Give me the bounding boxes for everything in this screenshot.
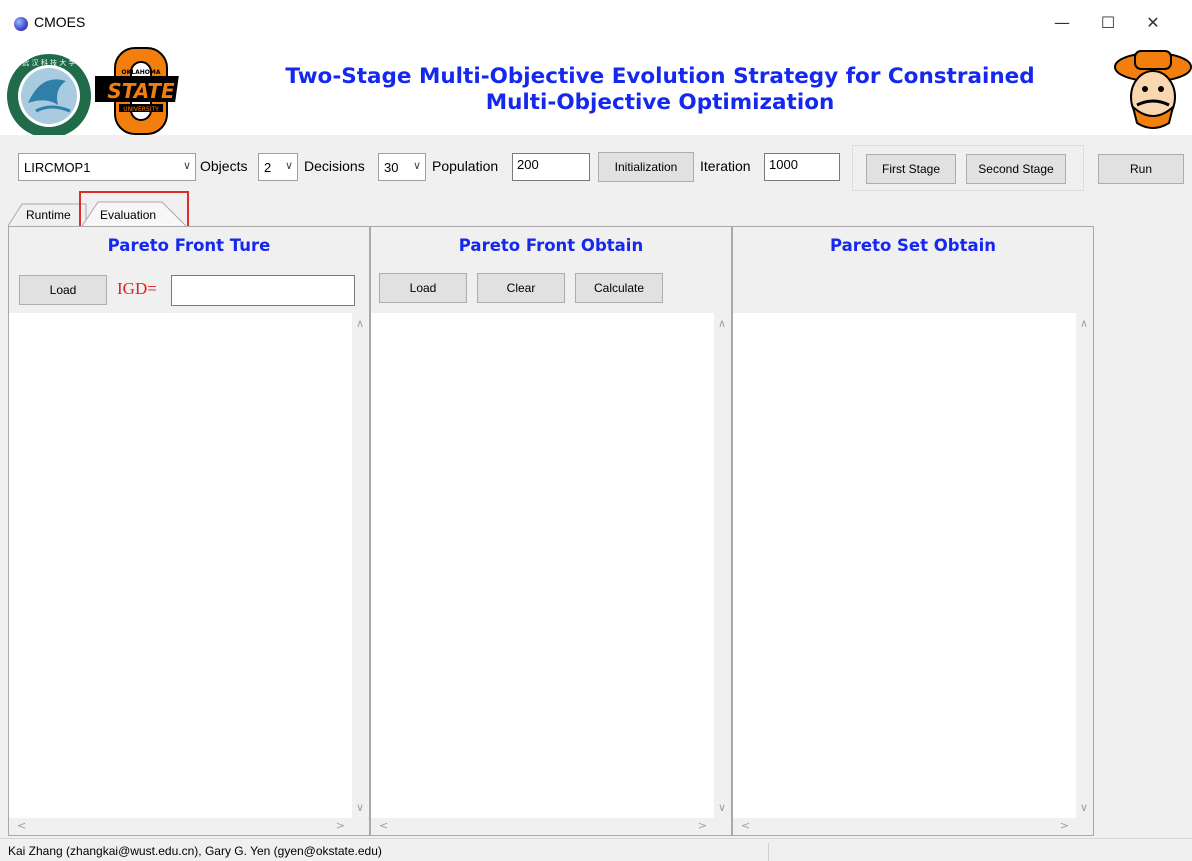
maximize-button[interactable]: ☐ <box>1088 10 1128 36</box>
igd-value-field[interactable] <box>171 275 355 306</box>
pareto-set-obtain-title: Pareto Set Obtain <box>829 236 997 255</box>
horizontal-scrollbar[interactable]: < > <box>9 818 369 835</box>
pareto-front-obtain-title: Pareto Front Obtain <box>458 236 644 255</box>
decisions-label: Decisions <box>304 158 365 174</box>
scroll-up-icon[interactable]: ∧ <box>718 317 726 330</box>
problem-select-value: LIRCMOP1 <box>24 160 91 175</box>
oklahoma-state-logo: STATE UNIVERSITY OKLAHOMA <box>95 47 179 135</box>
pareto-front-true-list[interactable]: ∧ ∨ < > <box>9 313 369 835</box>
igd-label: IGD= <box>117 279 157 298</box>
app-icon <box>14 17 28 31</box>
status-bar: Kai Zhang (zhangkai@wust.edu.cn), Gary G… <box>0 838 1192 861</box>
scroll-up-icon[interactable]: ∧ <box>356 317 364 330</box>
tab-runtime[interactable]: Runtime <box>8 202 88 226</box>
chevron-down-icon: ∨ <box>284 160 293 172</box>
app-title-line2: Multi-Objective Optimization <box>485 90 835 115</box>
app-title: Two-Stage Multi-Objective Evolution Stra… <box>220 64 1100 116</box>
close-button[interactable]: ✕ <box>1133 10 1173 36</box>
scroll-down-icon[interactable]: ∨ <box>718 801 726 814</box>
pareto-front-true-panel: Pareto Front Ture Load IGD= ∧ ∨ < > <box>8 226 370 836</box>
objects-select[interactable]: 2 ∨ <box>258 153 298 181</box>
second-stage-button[interactable]: Second Stage <box>966 154 1066 184</box>
scroll-up-icon[interactable]: ∧ <box>1080 317 1088 330</box>
pareto-front-true-title: Pareto Front Ture <box>107 236 271 255</box>
minimize-button[interactable]: — <box>1042 10 1082 36</box>
scroll-right-icon[interactable]: > <box>1060 819 1069 832</box>
pareto-front-obtain-panel: Pareto Front Obtain Load Clear Calculate… <box>370 226 732 836</box>
vertical-scrollbar[interactable]: ∧ ∨ <box>1076 313 1093 818</box>
population-label: Population <box>432 158 499 174</box>
status-divider <box>768 843 769 861</box>
scroll-left-icon[interactable]: < <box>17 819 26 832</box>
clear-button[interactable]: Clear <box>477 273 565 303</box>
first-stage-button[interactable]: First Stage <box>866 154 956 184</box>
window-title: CMOES <box>34 14 86 30</box>
scroll-right-icon[interactable]: > <box>698 819 707 832</box>
load-true-front-button[interactable]: Load <box>19 275 107 305</box>
pareto-front-true-toolbar: Load IGD= <box>9 263 369 313</box>
pistol-pete-mascot-logo <box>1114 50 1192 129</box>
horizontal-scrollbar[interactable]: < > <box>733 818 1093 835</box>
wust-logo: 武 汉 科 技 大 学 <box>7 54 91 138</box>
vertical-scrollbar[interactable]: ∧ ∨ <box>352 313 369 818</box>
horizontal-scrollbar[interactable]: < > <box>371 818 731 835</box>
iteration-input[interactable]: 1000 <box>764 153 840 181</box>
chevron-down-icon: ∨ <box>412 160 421 172</box>
svg-text:OKLAHOMA: OKLAHOMA <box>122 69 161 76</box>
status-text: Kai Zhang (zhangkai@wust.edu.cn), Gary G… <box>8 844 382 858</box>
iteration-label: Iteration <box>700 158 751 174</box>
evaluation-tab-highlight <box>79 191 189 230</box>
pareto-set-obtain-panel: Pareto Set Obtain ∧ ∨ < > <box>732 226 1094 836</box>
load-obtained-front-button[interactable]: Load <box>379 273 467 303</box>
svg-text:STATE: STATE <box>107 79 175 103</box>
scroll-left-icon[interactable]: < <box>741 819 750 832</box>
pareto-front-obtain-toolbar: Load Clear Calculate <box>371 263 731 313</box>
pareto-set-obtain-list[interactable]: ∧ ∨ < > <box>733 313 1093 835</box>
pareto-set-obtain-toolbar <box>733 263 1093 313</box>
title-bar: CMOES — ☐ ✕ <box>0 0 1192 40</box>
scroll-right-icon[interactable]: > <box>336 819 345 832</box>
problem-select[interactable]: LIRCMOP1 ∨ <box>18 153 196 181</box>
chevron-down-icon: ∨ <box>182 160 191 172</box>
vertical-scrollbar[interactable]: ∧ ∨ <box>714 313 731 818</box>
decisions-select[interactable]: 30 ∨ <box>378 153 426 181</box>
objects-label: Objects <box>200 158 248 174</box>
population-input[interactable]: 200 <box>512 153 590 181</box>
objects-select-value: 2 <box>264 160 272 175</box>
initialization-button[interactable]: Initialization <box>598 152 694 182</box>
decisions-select-value: 30 <box>384 160 399 175</box>
pareto-front-obtain-list[interactable]: ∧ ∨ < > <box>371 313 731 835</box>
calculate-button[interactable]: Calculate <box>575 273 663 303</box>
run-button[interactable]: Run <box>1098 154 1184 184</box>
scroll-down-icon[interactable]: ∨ <box>1080 801 1088 814</box>
svg-text:武 汉 科 技 大 学: 武 汉 科 技 大 学 <box>22 58 75 67</box>
app-title-line1: Two-Stage Multi-Objective Evolution Stra… <box>285 64 1035 89</box>
tab-runtime-label: Runtime <box>26 208 71 222</box>
scroll-down-icon[interactable]: ∨ <box>356 801 364 814</box>
scroll-left-icon[interactable]: < <box>379 819 388 832</box>
svg-text:UNIVERSITY: UNIVERSITY <box>123 106 159 113</box>
